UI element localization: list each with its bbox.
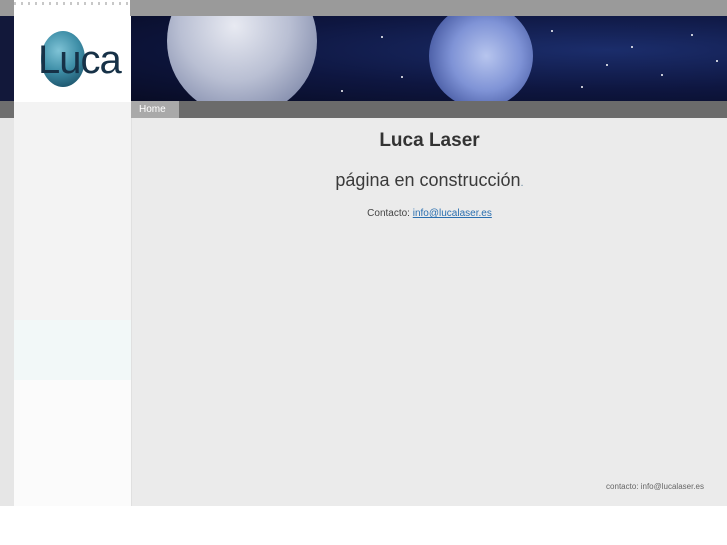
- left-gutter-dark: [0, 16, 14, 101]
- contact-email-link[interactable]: info@lucalaser.es: [413, 208, 492, 219]
- main-content: Luca Laser página en construcción. Conta…: [132, 118, 727, 506]
- contact-label: Contacto:: [367, 208, 413, 219]
- planet-image: [429, 16, 533, 101]
- top-strip-dots: [14, 0, 130, 16]
- nav-item-home[interactable]: Home: [131, 101, 179, 118]
- moon-image: [167, 16, 317, 101]
- sidebar-panel: [14, 102, 131, 320]
- star: [551, 30, 553, 32]
- star: [341, 90, 343, 92]
- star: [381, 36, 383, 38]
- star: [631, 46, 633, 48]
- sidebar-accent-panel: [14, 320, 131, 380]
- star: [581, 86, 583, 88]
- star: [661, 74, 663, 76]
- sidebar: Luca: [14, 16, 132, 506]
- page-title: Luca Laser: [379, 130, 480, 151]
- left-gutter: [0, 16, 14, 506]
- star: [606, 64, 608, 66]
- subtitle-suffix: .: [520, 177, 524, 189]
- footer-contact: contacto: info@lucalaser.es: [606, 482, 704, 491]
- contact-line: Contacto: info@lucalaser.es: [132, 208, 727, 219]
- star: [716, 60, 718, 62]
- nav-bar: Home: [131, 101, 727, 118]
- header-banner: [131, 16, 727, 101]
- star: [401, 76, 403, 78]
- sidebar-lower-panel: [14, 380, 131, 506]
- top-strip: [0, 0, 727, 16]
- subtitle-text: página en construcción: [335, 170, 521, 190]
- star: [691, 34, 693, 36]
- left-gutter-grey: [0, 101, 14, 118]
- page-subtitle: página en construcción.: [132, 170, 727, 191]
- logo-text: Luca: [38, 38, 122, 82]
- logo[interactable]: Luca: [14, 16, 131, 102]
